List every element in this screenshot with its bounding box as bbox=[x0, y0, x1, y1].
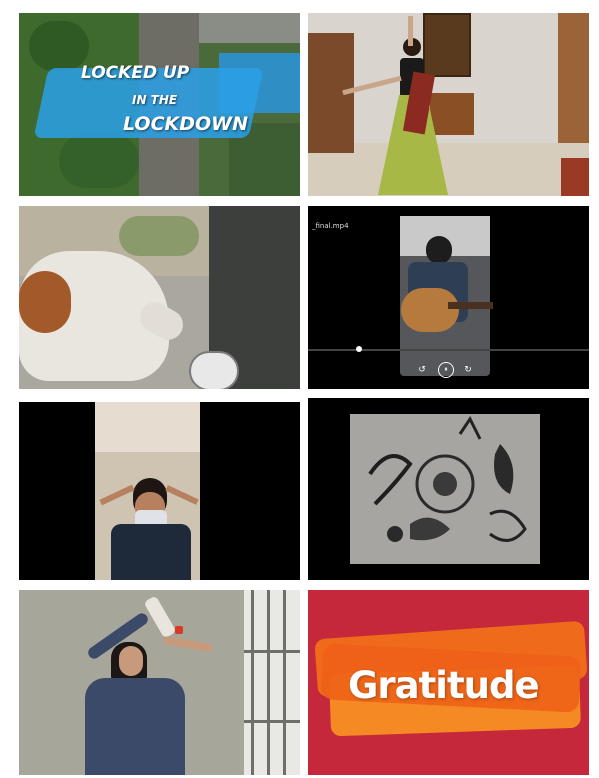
forward-icon[interactable]: ↻ bbox=[462, 364, 474, 376]
window-bar bbox=[244, 720, 300, 723]
person-shirt bbox=[85, 678, 185, 775]
tree-cluster bbox=[59, 133, 139, 188]
gallery-tile-bottle[interactable] bbox=[19, 590, 300, 775]
bookshelf bbox=[558, 13, 589, 143]
side-table bbox=[430, 93, 474, 135]
gallery-tile-guitar-video[interactable]: _final.mp4 ↺ ⏸ ↻ bbox=[308, 206, 589, 389]
window-bar bbox=[244, 650, 300, 653]
buildings bbox=[199, 13, 300, 43]
dog-patch bbox=[19, 271, 71, 333]
title-line-2: IN THE bbox=[132, 93, 178, 107]
guitar-body bbox=[401, 288, 459, 332]
player-hair bbox=[426, 236, 452, 264]
person-face bbox=[119, 646, 143, 676]
gallery-tile-gratitude[interactable]: Gratitude bbox=[308, 590, 589, 775]
tree-cluster bbox=[29, 21, 89, 71]
pause-icon[interactable]: ⏸ bbox=[438, 362, 454, 378]
seek-track[interactable] bbox=[308, 349, 589, 351]
gallery-page: { "gallery": { "tile1": { "line1": "LOCK… bbox=[0, 0, 599, 778]
title-line-1: LOCKED UP bbox=[81, 63, 190, 83]
video-filename: _final.mp4 bbox=[312, 222, 349, 230]
food-plate bbox=[189, 351, 239, 389]
weeds bbox=[119, 216, 199, 256]
sketch-drawing bbox=[368, 416, 527, 542]
person-top bbox=[111, 524, 191, 580]
ceiling bbox=[95, 402, 200, 452]
guitar-neck bbox=[448, 302, 493, 309]
gallery-tile-dog[interactable] bbox=[19, 206, 300, 389]
dancer-arm-raised bbox=[408, 16, 413, 46]
gallery-tile-mask[interactable] bbox=[19, 402, 300, 580]
gratitude-title: Gratitude bbox=[348, 664, 540, 707]
window-bar bbox=[267, 590, 270, 775]
gallery-tile-dance[interactable] bbox=[308, 13, 589, 196]
chair bbox=[561, 158, 589, 196]
title-line-3: LOCKDOWN bbox=[123, 113, 249, 135]
wall-frame bbox=[423, 13, 471, 77]
rewind-icon[interactable]: ↺ bbox=[416, 364, 428, 376]
seek-handle[interactable] bbox=[356, 346, 362, 352]
window-bar bbox=[251, 590, 254, 775]
window-bar bbox=[283, 590, 286, 775]
gallery-tile-lockdown-video[interactable]: LOCKED UP IN THE LOCKDOWN bbox=[19, 13, 300, 196]
gallery-tile-sketch[interactable] bbox=[308, 398, 589, 580]
bottle-cap bbox=[175, 626, 183, 634]
